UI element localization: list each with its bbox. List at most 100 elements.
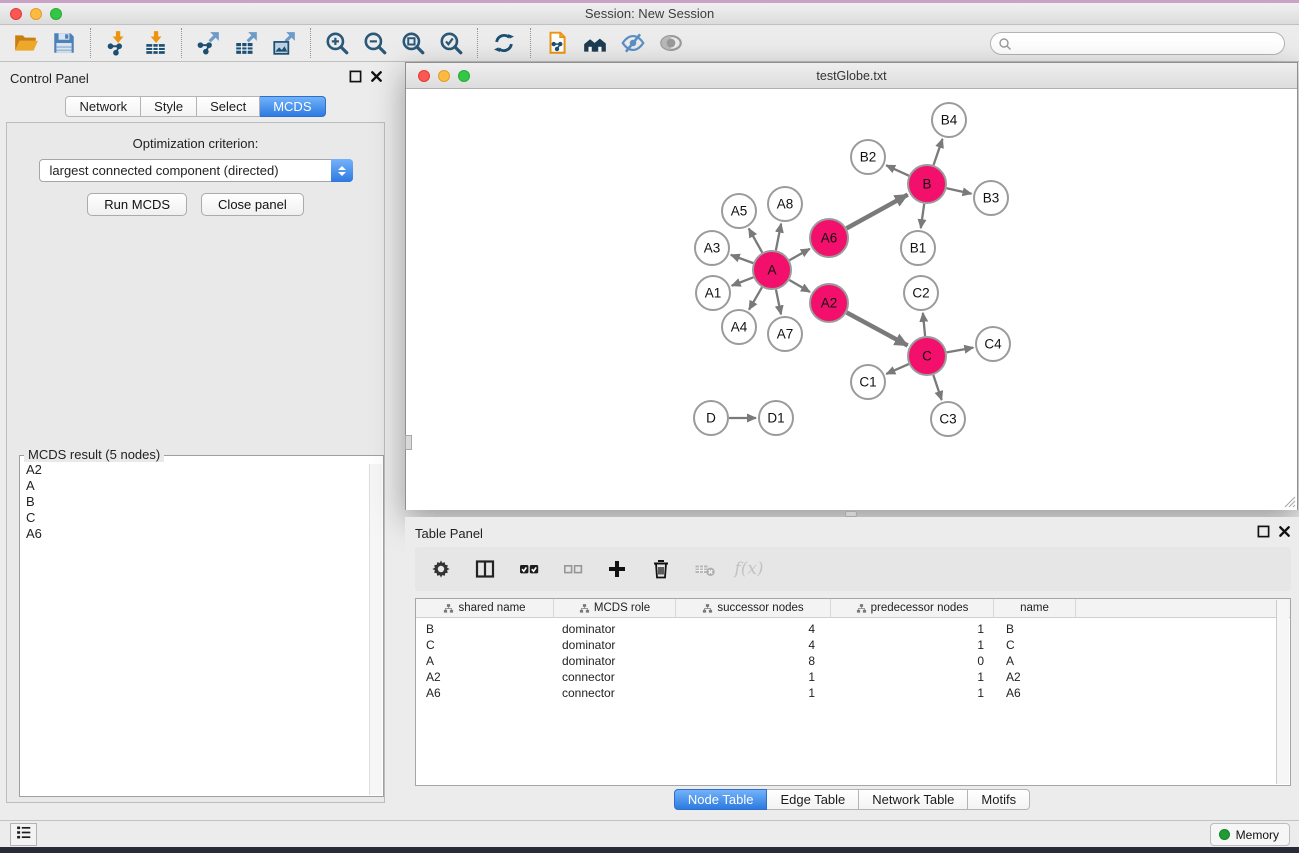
- result-scrollbar[interactable]: [369, 464, 382, 795]
- split-panel-icon[interactable]: [471, 555, 499, 583]
- tab-select[interactable]: Select: [197, 96, 260, 117]
- edge-A-A5[interactable]: [749, 228, 762, 252]
- edge-C-C2[interactable]: [923, 313, 925, 336]
- column-header-shared-name[interactable]: shared name: [416, 599, 554, 617]
- delete-column-icon[interactable]: [647, 555, 675, 583]
- home-icon[interactable]: [579, 28, 611, 58]
- tab-motifs[interactable]: Motifs: [968, 789, 1030, 810]
- import-table-icon[interactable]: [139, 28, 171, 58]
- edge-C-C3[interactable]: [933, 375, 941, 400]
- task-history-button[interactable]: [10, 823, 37, 846]
- float-panel-icon[interactable]: [349, 70, 362, 83]
- close-panel-icon[interactable]: [370, 70, 383, 83]
- edge-A2-C[interactable]: [847, 313, 908, 346]
- divider-grip[interactable]: [405, 435, 412, 450]
- table-row[interactable]: Bdominator41B: [416, 621, 1290, 637]
- export-image-icon[interactable]: [268, 28, 300, 58]
- column-header-mcds-role[interactable]: MCDS role: [554, 599, 676, 617]
- edge-A-A7[interactable]: [776, 290, 781, 315]
- edge-A-A8[interactable]: [776, 224, 781, 251]
- node-C3[interactable]: [931, 402, 965, 436]
- node-B3[interactable]: [974, 181, 1008, 215]
- result-item[interactable]: A: [26, 478, 377, 494]
- node-D1[interactable]: [759, 401, 793, 435]
- tab-network-table[interactable]: Network Table: [859, 789, 968, 810]
- run-mcds-button[interactable]: Run MCDS: [87, 193, 187, 216]
- export-table-icon[interactable]: [230, 28, 262, 58]
- edge-A6-B[interactable]: [847, 195, 908, 229]
- node-B4[interactable]: [932, 103, 966, 137]
- float-table-panel-icon[interactable]: [1257, 525, 1270, 538]
- node-B[interactable]: [908, 165, 946, 203]
- memory-button[interactable]: Memory: [1210, 823, 1290, 846]
- node-C2[interactable]: [904, 276, 938, 310]
- window-resize-grip[interactable]: [1282, 494, 1296, 508]
- edge-A-A6[interactable]: [789, 249, 809, 260]
- tab-node-table[interactable]: Node Table: [674, 789, 768, 810]
- node-C4[interactable]: [976, 327, 1010, 361]
- network-graph[interactable]: B4B2BB3A8A5A6A3B1AA1C2A2A4A7C4CC1C3DD1: [406, 90, 1297, 510]
- table-row[interactable]: A2connector11A2: [416, 669, 1290, 685]
- export-network-icon[interactable]: [192, 28, 224, 58]
- network-window-titlebar[interactable]: testGlobe.txt: [406, 63, 1297, 89]
- hide-graphics-icon[interactable]: [617, 28, 649, 58]
- table-row[interactable]: A6connector11A6: [416, 685, 1290, 701]
- table-settings-icon[interactable]: [427, 555, 455, 583]
- edge-B-B4[interactable]: [934, 139, 943, 165]
- tab-network[interactable]: Network: [65, 96, 141, 117]
- edge-A-A2[interactable]: [789, 280, 810, 292]
- edge-A-A1[interactable]: [732, 277, 754, 285]
- close-table-panel-icon[interactable]: [1278, 525, 1291, 538]
- criterion-dropdown[interactable]: largest connected component (directed): [39, 159, 353, 182]
- network-canvas[interactable]: B4B2BB3A8A5A6A3B1AA1C2A2A4A7C4CC1C3DD1: [406, 90, 1297, 510]
- zoom-in-icon[interactable]: [321, 28, 353, 58]
- result-item[interactable]: A6: [26, 526, 377, 542]
- node-A1[interactable]: [696, 276, 730, 310]
- node-A5[interactable]: [722, 194, 756, 228]
- open-file-icon[interactable]: [10, 28, 42, 58]
- node-C1[interactable]: [851, 365, 885, 399]
- refresh-network-icon[interactable]: [488, 28, 520, 58]
- column-header-predecessor-nodes[interactable]: predecessor nodes: [831, 599, 994, 617]
- clone-network-icon[interactable]: [541, 28, 573, 58]
- edge-B-B1[interactable]: [921, 204, 924, 228]
- save-session-icon[interactable]: [48, 28, 80, 58]
- import-network-icon[interactable]: [101, 28, 133, 58]
- node-A2[interactable]: [810, 284, 848, 322]
- add-column-icon[interactable]: [603, 555, 631, 583]
- zoom-out-icon[interactable]: [359, 28, 391, 58]
- column-header-successor-nodes[interactable]: successor nodes: [676, 599, 831, 617]
- zoom-fit-icon[interactable]: [397, 28, 429, 58]
- zoom-selected-icon[interactable]: [435, 28, 467, 58]
- edge-C-C4[interactable]: [947, 348, 974, 353]
- search-input[interactable]: [1015, 34, 1277, 53]
- select-all-icon[interactable]: [515, 555, 543, 583]
- tab-edge-table[interactable]: Edge Table: [767, 789, 859, 810]
- node-A6[interactable]: [810, 219, 848, 257]
- edge-C-C1[interactable]: [886, 364, 908, 374]
- result-item[interactable]: A2: [26, 462, 377, 478]
- node-A[interactable]: [753, 251, 791, 289]
- birds-eye-icon[interactable]: [655, 28, 687, 58]
- node-C[interactable]: [908, 337, 946, 375]
- table-scrollbar[interactable]: [1276, 600, 1289, 784]
- node-B1[interactable]: [901, 231, 935, 265]
- tab-style[interactable]: Style: [141, 96, 197, 117]
- column-header-name[interactable]: name: [994, 599, 1076, 617]
- edge-B-B2[interactable]: [886, 165, 909, 175]
- node-A3[interactable]: [695, 231, 729, 265]
- deselect-all-icon[interactable]: [559, 555, 587, 583]
- edge-A-A3[interactable]: [731, 255, 753, 263]
- node-D[interactable]: [694, 401, 728, 435]
- tab-mcds[interactable]: MCDS: [260, 96, 325, 117]
- search-box[interactable]: [990, 32, 1285, 55]
- table-row[interactable]: Adominator80A: [416, 653, 1290, 669]
- result-item[interactable]: B: [26, 494, 377, 510]
- close-panel-button[interactable]: Close panel: [201, 193, 304, 216]
- node-A7[interactable]: [768, 317, 802, 351]
- node-A4[interactable]: [722, 310, 756, 344]
- edge-A-A4[interactable]: [749, 287, 762, 309]
- result-item[interactable]: C: [26, 510, 377, 526]
- edge-B-B3[interactable]: [947, 188, 972, 193]
- node-A8[interactable]: [768, 187, 802, 221]
